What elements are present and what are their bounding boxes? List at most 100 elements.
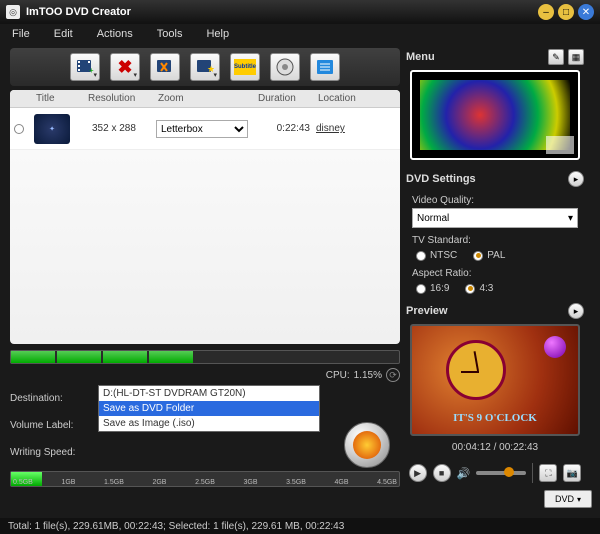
film-star-icon: ★ <box>195 57 215 77</box>
app-title: ImTOO DVD Creator <box>26 6 538 18</box>
menu-panel-title: Menu <box>406 51 435 63</box>
statusbar: Total: 1 file(s), 229.61MB, 00:22:43; Se… <box>0 518 600 534</box>
tv-standard-label: TV Standard: <box>412 235 584 246</box>
effects-button[interactable]: ★▾ <box>190 53 220 81</box>
video-quality-select[interactable]: Normal ▾ <box>412 208 578 228</box>
time-elapsed: 00:04:12 <box>452 442 491 453</box>
flame-icon <box>353 431 381 459</box>
chevron-right-icon: ▸ <box>574 174 579 185</box>
volume-slider[interactable] <box>476 471 526 475</box>
cell-location-link[interactable]: disney <box>310 123 370 134</box>
menu-edit[interactable]: Edit <box>54 28 73 40</box>
properties-button[interactable] <box>310 53 340 81</box>
progress-strip <box>10 350 400 364</box>
list-icon <box>315 57 335 77</box>
subtitle-button[interactable]: Subtitle <box>230 53 260 81</box>
chevron-down-icon: ▾ <box>93 71 97 79</box>
audio-button[interactable] <box>270 53 300 81</box>
playback-controls: ▶ ■ 🔊 ⛶ 📷 <box>406 463 584 483</box>
menu-preview[interactable] <box>410 70 580 160</box>
film-plus-icon: + <box>75 57 95 77</box>
chevron-right-icon: ▸ <box>574 306 579 317</box>
list-header: Title Resolution Zoom Duration Location <box>10 90 400 108</box>
header-location[interactable]: Location <box>312 93 392 104</box>
dropdown-option[interactable]: Save as Image (.iso) <box>99 416 319 431</box>
minimize-button[interactable]: – <box>538 4 554 20</box>
grid-icon: ▦ <box>572 52 581 63</box>
clock-graphic <box>446 340 506 400</box>
clip-button[interactable] <box>150 53 180 81</box>
expand-button[interactable]: ▸ <box>568 171 584 187</box>
radio-4-3[interactable]: 4:3 <box>465 283 493 294</box>
menu-thumb-icon <box>546 136 574 154</box>
add-video-button[interactable]: +▾ <box>70 53 100 81</box>
header-title[interactable]: Title <box>30 93 82 104</box>
preview-caption: IT'S 9 O'CLOCK <box>412 412 578 424</box>
header-resolution[interactable]: Resolution <box>82 93 152 104</box>
maximize-button[interactable]: □ <box>558 4 574 20</box>
cpu-value: 1.15% <box>354 370 382 381</box>
disc-type-select[interactable]: DVD▾ <box>544 490 592 508</box>
refresh-icon[interactable]: ⟳ <box>386 368 400 382</box>
header-zoom[interactable]: Zoom <box>152 93 252 104</box>
video-quality-label: Video Quality: <box>412 195 584 206</box>
writing-speed-label: Writing Speed: <box>10 447 98 458</box>
stop-icon: ■ <box>439 468 444 478</box>
menubar: File Edit Actions Tools Help <box>0 24 600 44</box>
remove-button[interactable]: ✖▾ <box>110 53 140 81</box>
app-icon: ◎ <box>6 5 20 19</box>
ball-graphic <box>544 336 566 358</box>
cpu-label: CPU: <box>326 370 350 381</box>
dvd-settings-title: DVD Settings <box>406 173 476 185</box>
zoom-select[interactable]: Letterbox <box>156 120 248 138</box>
expand-button[interactable]: ▸ <box>568 303 584 319</box>
video-list: Title Resolution Zoom Duration Location … <box>10 90 400 344</box>
preview-title: Preview <box>406 305 448 317</box>
disc-icon <box>275 57 295 77</box>
play-icon: ▶ <box>414 468 421 479</box>
cell-duration: 0:22:43 <box>256 123 310 134</box>
snapshot-button[interactable]: 📷 <box>563 464 581 482</box>
capacity-bar: 0.5GB 1GB 1.5GB 2GB 2.5GB 3GB 3.5GB 4GB … <box>10 471 400 487</box>
header-duration[interactable]: Duration <box>252 93 312 104</box>
scissors-film-icon <box>155 57 175 77</box>
subtitle-icon: Subtitle <box>234 59 256 75</box>
camera-icon: 📷 <box>567 468 578 479</box>
menu-tools[interactable]: Tools <box>157 28 183 40</box>
titlebar: ◎ ImTOO DVD Creator – □ ✕ <box>0 0 600 24</box>
expand-icon: ⛶ <box>545 468 551 479</box>
cell-resolution: 352 x 288 <box>86 123 156 134</box>
video-thumbnail: ✦ <box>34 114 70 144</box>
menu-file[interactable]: File <box>12 28 30 40</box>
play-button[interactable]: ▶ <box>409 464 427 482</box>
delete-x-icon: ✖ <box>117 57 132 78</box>
radio-16-9[interactable]: 16:9 <box>416 283 449 294</box>
chevron-down-icon: ▾ <box>213 71 217 79</box>
destination-dropdown: D:(HL-DT-ST DVDRAM GT20N) Save as DVD Fo… <box>98 385 320 432</box>
fullscreen-button[interactable]: ⛶ <box>539 464 557 482</box>
list-item[interactable]: ✦ 352 x 288 Letterbox 0:22:43 disney <box>10 108 400 150</box>
pencil-icon: ✎ <box>552 52 560 63</box>
video-preview[interactable]: IT'S 9 O'CLOCK <box>410 324 580 436</box>
menu-actions[interactable]: Actions <box>97 28 133 40</box>
menu-templates-button[interactable]: ▦ <box>568 49 584 65</box>
aspect-ratio-label: Aspect Ratio: <box>412 268 584 279</box>
menu-help[interactable]: Help <box>206 28 229 40</box>
radio-ntsc[interactable]: NTSC <box>416 250 457 261</box>
chevron-down-icon: ▾ <box>568 213 573 224</box>
menu-edit-button[interactable]: ✎ <box>548 49 564 65</box>
chevron-down-icon: ▾ <box>577 495 581 504</box>
destination-label: Destination: <box>10 393 98 404</box>
row-select-radio[interactable] <box>14 124 24 134</box>
dropdown-option-selected[interactable]: Save as DVD Folder <box>99 401 319 416</box>
volume-label: Volume Label: <box>10 420 98 431</box>
close-button[interactable]: ✕ <box>578 4 594 20</box>
speaker-icon[interactable]: 🔊 <box>457 467 471 480</box>
stop-button[interactable]: ■ <box>433 464 451 482</box>
toolbar: +▾ ✖▾ ★▾ Subtitle <box>10 48 400 86</box>
radio-pal[interactable]: PAL <box>473 250 505 261</box>
time-total: 00:22:43 <box>499 442 538 453</box>
burn-button[interactable] <box>344 422 390 468</box>
chevron-down-icon: ▾ <box>133 71 137 79</box>
dropdown-option[interactable]: D:(HL-DT-ST DVDRAM GT20N) <box>99 386 319 401</box>
